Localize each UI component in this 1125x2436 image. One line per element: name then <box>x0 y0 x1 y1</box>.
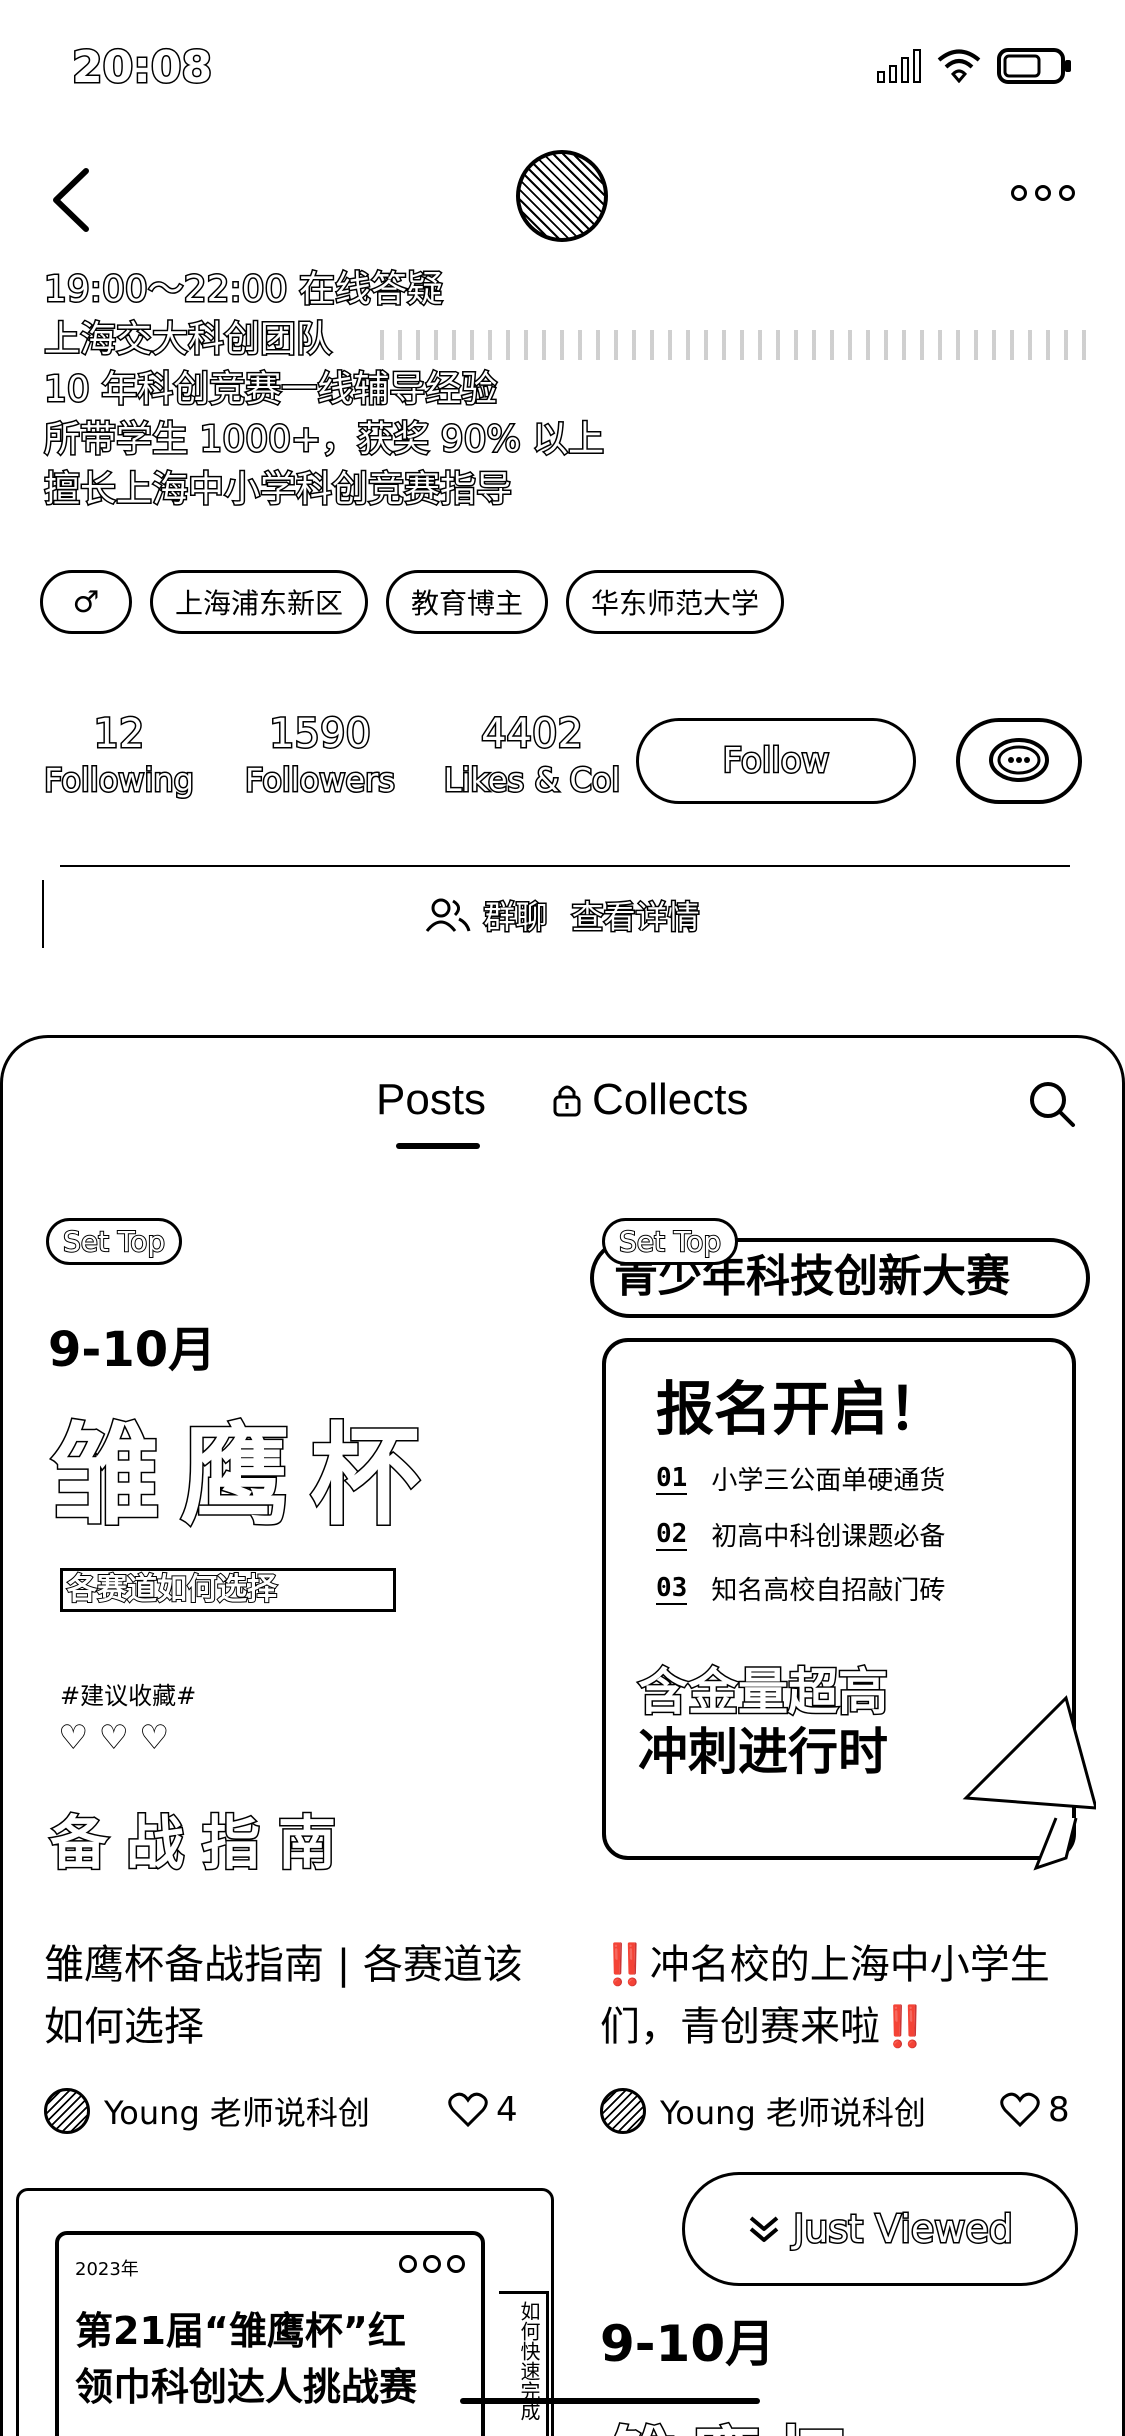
cover-hashtag: #建议收藏# <box>60 1682 197 1710</box>
tab-active-indicator <box>396 1143 480 1149</box>
author-name: Young 老师说科创 <box>104 2094 370 2132</box>
message-button[interactable] <box>956 718 1082 804</box>
cover-hearts: ♡♡♡ <box>58 1718 180 1758</box>
group-chat-row[interactable]: 群聊 查看详情 <box>0 892 1125 938</box>
stat-following[interactable]: 12 Following <box>43 710 196 802</box>
like-count: 8 <box>1048 2090 1070 2130</box>
list-number: 02 <box>656 1518 688 1551</box>
cover-list-item: 01 小学三公面单硬通货 <box>656 1460 945 1497</box>
author-avatar <box>600 2088 646 2134</box>
back-icon[interactable] <box>48 165 94 235</box>
cover-headline: 雏鹰杯 <box>606 2404 858 2436</box>
tab-posts[interactable]: Posts <box>376 1075 486 1125</box>
cover-line <box>460 2398 760 2404</box>
bio-line: 10 年科创竞赛一线辅导经验 <box>42 368 498 412</box>
heart-icon <box>1000 2092 1040 2128</box>
cover-headline: 雏鹰杯 <box>49 1411 440 1542</box>
stat-number: 4402 <box>480 710 585 759</box>
list-number: 03 <box>656 1572 688 1605</box>
post-title[interactable]: 雏鹰杯备战指南 | 各赛道该如何选择 <box>44 1934 554 2058</box>
group-details-link[interactable]: 查看详情 <box>570 892 701 938</box>
set-top-badge: Set Top <box>602 1218 739 1265</box>
heart-icon <box>448 2092 488 2128</box>
bio-line: 所带学生 1000+，获奖 90% 以上 <box>42 418 605 462</box>
search-icon[interactable] <box>1027 1079 1077 1129</box>
stat-label: Followers <box>244 760 397 801</box>
post-title[interactable]: ‼️冲名校的上海中小学生们，青创赛来啦‼️ <box>600 1934 1110 2058</box>
lock-icon <box>553 1085 581 1117</box>
more-options-icon[interactable] <box>1011 185 1075 201</box>
stat-likes[interactable]: 4402 Likes & Col <box>442 710 622 802</box>
cover-guide: 备战指南 <box>48 1808 355 1879</box>
cover-title: 第21届“雏鹰杯”红 领巾科创达人挑战赛 <box>75 2303 417 2415</box>
list-text: 初高中科创课题必备 <box>711 1522 946 1552</box>
bio-line: 擅长上海中小学科创竞赛指导 <box>42 468 513 512</box>
just-viewed-button[interactable]: Just Viewed <box>682 2172 1078 2286</box>
post-card-cover[interactable]: 青少年科技创新大赛 Set Top 报名开启！ 01 小学三公面单硬通货 02 … <box>586 1218 1096 1898</box>
profile-bio: 19:00～22:00 在线答疑 上海交大科创团队 10 年科创竞赛一线辅导经验… <box>42 265 605 515</box>
window-dots-icon <box>399 2255 465 2273</box>
status-time: 20:08 <box>70 41 213 95</box>
cover-list-item: 03 知名高校自招敲门砖 <box>656 1570 945 1607</box>
bio-line: 19:00～22:00 在线答疑 <box>42 268 444 312</box>
cover-date: 9-10月 <box>600 2315 776 2373</box>
school-tag[interactable]: 华东师范大学 <box>566 570 785 634</box>
set-top-badge: Set Top <box>46 1218 183 1265</box>
post-author[interactable]: Young 老师说科创 <box>600 2088 926 2134</box>
list-text: 小学三公面单硬通货 <box>711 1466 946 1496</box>
just-viewed-label: Just Viewed <box>792 2206 1015 2253</box>
status-bar: 20:08 <box>0 0 1125 140</box>
cover-list-item: 02 初高中科创课题必备 <box>656 1516 945 1553</box>
post-likes[interactable]: 4 <box>448 2090 518 2130</box>
cover-title-line: 领巾科创达人挑战赛 <box>75 2365 418 2409</box>
wifi-icon <box>937 49 981 83</box>
post-card-cover[interactable]: Set Top 9-10月 雏鹰杯 各赛道如何选择 #建议收藏# ♡♡♡ 备战指… <box>40 1218 560 1898</box>
author-name: Young 老师说科创 <box>660 2094 926 2132</box>
cover-slogan: 含金量超高 冲刺进行时 <box>637 1662 890 1782</box>
header-avatar[interactable] <box>516 150 608 242</box>
divider <box>60 865 1070 867</box>
role-tag[interactable]: 教育博主 <box>386 570 549 634</box>
list-text: 知名高校自招敲门砖 <box>711 1576 946 1606</box>
chat-icon <box>989 738 1049 782</box>
post-author[interactable]: Young 老师说科创 <box>44 2088 370 2134</box>
group-icon <box>426 898 471 932</box>
follow-button[interactable]: Follow <box>636 718 916 804</box>
tab-collects-label: Collects <box>592 1075 749 1124</box>
signal-icon <box>877 49 921 83</box>
cover-subheading: 各赛道如何选择 <box>60 1568 396 1612</box>
location-tag[interactable]: 上海浦东新区 <box>150 570 369 634</box>
author-avatar <box>44 2088 90 2134</box>
cover-title-line: 第21届“雏鹰杯”红 <box>75 2309 406 2353</box>
stat-followers[interactable]: 1590 Followers <box>240 710 400 802</box>
list-number: 01 <box>656 1462 688 1495</box>
content-tabs: Posts Collects <box>0 1075 1125 1155</box>
bio-line: 上海交大科创团队 <box>42 318 333 362</box>
cover-year: 2023年 <box>75 2259 139 2280</box>
like-count: 4 <box>496 2090 518 2130</box>
stat-number: 12 <box>92 710 146 759</box>
stat-number: 1590 <box>268 710 373 759</box>
tab-collects[interactable]: Collects <box>552 1075 749 1125</box>
profile-tags: ♂ 上海浦东新区 教育博主 华东师范大学 <box>40 570 785 634</box>
slogan-line: 冲刺进行时 <box>638 1723 888 1781</box>
gender-tag: ♂ <box>40 570 132 634</box>
group-chat-label: 群聊 <box>482 897 549 938</box>
megaphone-icon <box>962 1695 1096 1871</box>
stat-label: Following <box>43 760 196 801</box>
post-likes[interactable]: 8 <box>1000 2090 1070 2130</box>
cover-heading: 报名开启！ <box>656 1375 947 1443</box>
slogan-line: 含金量超高 <box>637 1662 890 1723</box>
cover-date: 9-10月 <box>48 1322 217 1378</box>
status-icons <box>877 48 1073 84</box>
double-chevron-down-icon <box>749 2216 779 2242</box>
stat-label: Likes & Col <box>442 760 622 801</box>
battery-icon <box>997 48 1071 84</box>
